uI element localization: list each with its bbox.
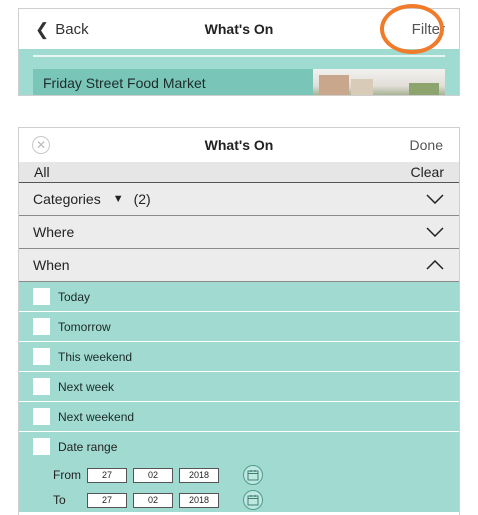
section-label: Categories	[33, 191, 101, 207]
filter-highlight-ring	[380, 4, 444, 54]
filter-title: What's On	[204, 137, 274, 153]
checkbox[interactable]	[33, 438, 50, 455]
filter-panel: ✕ What's On Done All Clear Categories ▼ …	[18, 127, 460, 515]
checkbox[interactable]	[33, 318, 50, 335]
checkbox[interactable]	[33, 408, 50, 425]
selected-count: (2)	[133, 191, 151, 207]
back-button[interactable]: ❮ Back	[35, 9, 89, 49]
filter-header: ✕ What's On Done	[19, 128, 459, 162]
calendar-icon[interactable]	[243, 490, 263, 510]
checkbox[interactable]	[33, 288, 50, 305]
option-label: This weekend	[58, 349, 133, 364]
clear-button[interactable]: Clear	[411, 164, 444, 180]
checkbox[interactable]	[33, 378, 50, 395]
option-label: Date range	[58, 439, 118, 454]
divider-line	[33, 55, 445, 57]
to-year-field[interactable]: 2018	[179, 492, 219, 508]
from-year-field[interactable]: 2018	[179, 467, 219, 483]
chevron-left-icon: ❮	[35, 19, 50, 39]
section-categories[interactable]: Categories ▼ (2)	[19, 183, 459, 216]
done-button[interactable]: Done	[410, 128, 443, 162]
event-list-item[interactable]: Friday Street Food Market	[33, 69, 445, 95]
done-label: Done	[409, 137, 443, 153]
option-label: Today	[58, 289, 91, 304]
to-month-field[interactable]: 02	[133, 492, 173, 508]
event-title: Friday Street Food Market	[43, 75, 206, 91]
section-when[interactable]: When	[19, 249, 459, 282]
section-label: When	[33, 257, 70, 273]
from-label: From	[53, 468, 81, 482]
section-label: Where	[33, 224, 75, 240]
event-thumbnail	[313, 69, 445, 95]
from-day-field[interactable]: 27	[87, 467, 127, 483]
to-date-row: To 27 02 2018	[53, 490, 263, 510]
section-where[interactable]: Where	[19, 216, 459, 249]
all-button[interactable]: All	[34, 164, 50, 180]
option-next-weekend[interactable]: Next weekend	[19, 402, 459, 432]
back-label: Back	[55, 20, 89, 38]
chevron-down-icon	[426, 194, 444, 204]
from-month-field[interactable]: 02	[133, 467, 173, 483]
chevron-up-icon	[426, 260, 444, 270]
chevron-down-icon	[426, 227, 444, 237]
to-day-field[interactable]: 27	[87, 492, 127, 508]
option-today[interactable]: Today	[19, 282, 459, 312]
option-label: Tomorrow	[58, 319, 111, 334]
page-title: What's On	[204, 21, 274, 37]
checkbox[interactable]	[33, 348, 50, 365]
from-date-row: From 27 02 2018	[53, 465, 263, 485]
option-this-weekend[interactable]: This weekend	[19, 342, 459, 372]
option-label: Next weekend	[58, 409, 135, 424]
option-date-range: Date range From 27 02 2018 To 27 02 2018	[19, 432, 459, 512]
option-tomorrow[interactable]: Tomorrow	[19, 312, 459, 342]
to-label: To	[53, 493, 66, 507]
funnel-icon: ▼	[112, 193, 124, 205]
option-label: Next week	[58, 379, 115, 394]
calendar-icon[interactable]	[243, 465, 263, 485]
close-icon[interactable]: ✕	[32, 136, 50, 154]
option-next-week[interactable]: Next week	[19, 372, 459, 402]
all-clear-bar: All Clear	[19, 162, 459, 183]
